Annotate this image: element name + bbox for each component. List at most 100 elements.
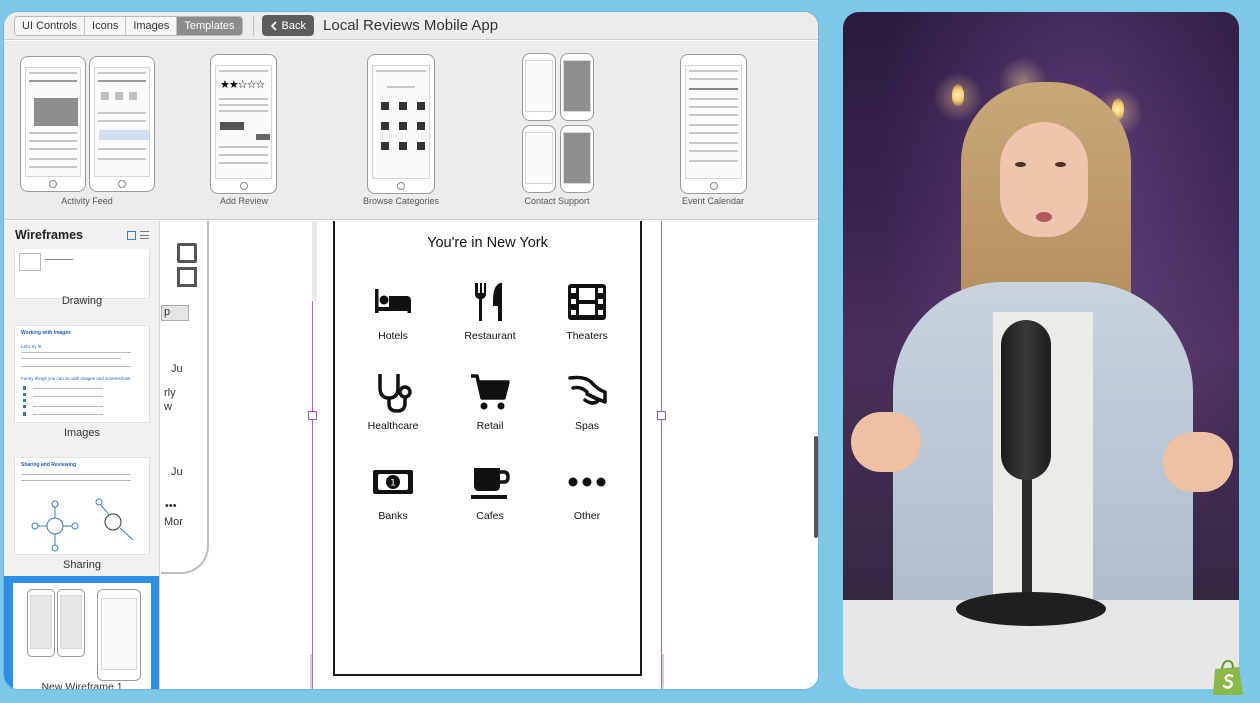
wireframe-thumb-images[interactable]: Working with Images Let's try it! Funny … (14, 325, 150, 423)
library-tabs: UI Controls Icons Images Templates (14, 15, 243, 36)
template-phone-thumb (680, 54, 747, 194)
project-title: Local Reviews Mobile App (323, 17, 499, 34)
template-phone-thumb (367, 54, 435, 194)
thumb-title: Sharing and Reviewing (21, 462, 77, 468)
wireframe-label: Sharing (63, 559, 101, 571)
presenter-video (843, 12, 1239, 689)
mic-stand (1022, 477, 1032, 597)
bed-icon (375, 289, 411, 313)
template-gallery: Activity Feed ★★☆☆☆ Add Review Browse Ca… (4, 41, 818, 220)
presenter-hand (851, 412, 921, 472)
more-icon (568, 477, 606, 487)
thumb-title: Working with Images (21, 330, 71, 336)
top-toolbar: UI Controls Icons Images Templates Back … (4, 12, 818, 40)
category-label: Healthcare (367, 420, 419, 432)
category-theaters[interactable]: Theaters (537, 280, 637, 342)
template-label: Event Calendar (681, 196, 745, 206)
resize-handle-right[interactable] (657, 411, 666, 420)
adjacent-icon (177, 243, 197, 263)
spa-icon (568, 375, 607, 405)
back-button-label: Back (281, 19, 307, 32)
category-cafes[interactable]: Cafes (440, 460, 540, 522)
category-retail[interactable]: Retail (440, 370, 540, 432)
category-healthcare[interactable]: Healthcare (343, 370, 443, 432)
chevron-left-icon (270, 20, 277, 31)
template-phone-thumb (522, 53, 556, 121)
toolbar-divider (252, 15, 254, 36)
adjacent-icon (177, 267, 197, 287)
presenter-hand (1163, 432, 1233, 492)
template-phone-thumb (560, 125, 594, 193)
template-label: Contact Support (524, 196, 590, 206)
cart-icon (471, 374, 510, 410)
star-rating-icon: ★★☆☆☆ (220, 79, 265, 91)
screen-title: You're in New York (427, 235, 548, 251)
coffee-icon (471, 468, 510, 499)
design-canvas[interactable]: p Ju rly w Ju ••• Mor You're in New York (161, 221, 818, 689)
category-spas[interactable]: Spas (537, 370, 637, 432)
category-hotels[interactable]: Hotels (343, 280, 443, 342)
category-label: Spas (575, 420, 599, 432)
film-icon (568, 284, 606, 320)
view-toggle (127, 231, 149, 240)
category-restaurant[interactable]: Restaurant (440, 280, 540, 342)
template-label: Activity Feed (61, 196, 113, 206)
category-banks[interactable]: 1 Banks (343, 460, 443, 522)
utensils-icon (475, 283, 502, 321)
wireframes-header: Wireframes (4, 221, 159, 249)
wireframe-label: New Wireframe 1 (41, 681, 123, 689)
template-phone-thumb (522, 125, 556, 193)
tab-images[interactable]: Images (126, 16, 178, 35)
category-label: Restaurant (464, 330, 516, 342)
adjacent-text: rly (164, 387, 176, 399)
wireframes-panel: Wireframes Drawing Working with Images L… (4, 221, 160, 689)
category-label: Theaters (566, 330, 608, 342)
phone-screen-frame: You're in New York Hotels Restaurant The… (333, 221, 642, 676)
wireframe-app-window: UI Controls Icons Images Templates Back … (4, 12, 818, 689)
category-other[interactable]: Other (537, 460, 637, 522)
svg-text:1: 1 (390, 479, 396, 489)
selection-edge (312, 221, 317, 301)
template-phone-thumb: ★★☆☆☆ (210, 54, 277, 194)
grid-view-icon[interactable] (127, 231, 136, 240)
back-button[interactable]: Back (261, 15, 315, 36)
mic-base (956, 592, 1106, 626)
canvas-scrollbar[interactable] (814, 436, 818, 538)
adjacent-text: Ju (171, 466, 183, 478)
template-label: Browse Categories (362, 196, 440, 206)
wireframes-heading: Wireframes (15, 228, 83, 242)
adjacent-text: Mor (164, 516, 183, 528)
tab-ui-controls[interactable]: UI Controls (15, 16, 86, 35)
sharing-diagram-icon (31, 498, 134, 552)
wireframe-thumb-sharing[interactable]: Sharing and Reviewing (14, 457, 150, 555)
category-label: Cafes (476, 510, 504, 522)
list-view-icon[interactable] (140, 231, 149, 239)
category-label: Banks (378, 510, 408, 522)
phone-frame-bottom (310, 654, 664, 689)
template-phone-thumb (89, 56, 155, 192)
template-phone-thumb (20, 56, 86, 192)
wireframe-label: Drawing (61, 295, 103, 307)
category-label: Other (573, 510, 601, 522)
shopping-bag-logo-icon (1213, 659, 1243, 695)
light-bulb (952, 84, 964, 106)
microphone-icon (1001, 320, 1051, 480)
tab-templates[interactable]: Templates (177, 16, 242, 35)
template-phone-thumb (560, 53, 594, 121)
category-label: Retail (476, 420, 504, 432)
template-label: Add Review (219, 196, 269, 206)
resize-handle-left[interactable] (308, 411, 317, 420)
tab-icons[interactable]: Icons (85, 16, 127, 35)
adjacent-text: w (164, 401, 172, 413)
stethoscope-icon (378, 374, 412, 413)
category-label: Hotels (378, 330, 408, 342)
adjacent-text: p (161, 305, 189, 321)
thumb-subtitle: Funny things you can do with images and … (21, 376, 131, 381)
wireframe-thumb-drawing[interactable] (14, 249, 150, 299)
wireframe-label: Images (63, 427, 101, 439)
thumb-subtitle: Let's try it! (21, 344, 42, 349)
adjacent-text: ••• (165, 500, 177, 512)
selection-border-right (661, 221, 662, 689)
adjacent-text: Ju (171, 363, 183, 375)
wireframe-thumb-new-wireframe-1[interactable]: New Wireframe 1 (4, 576, 159, 689)
